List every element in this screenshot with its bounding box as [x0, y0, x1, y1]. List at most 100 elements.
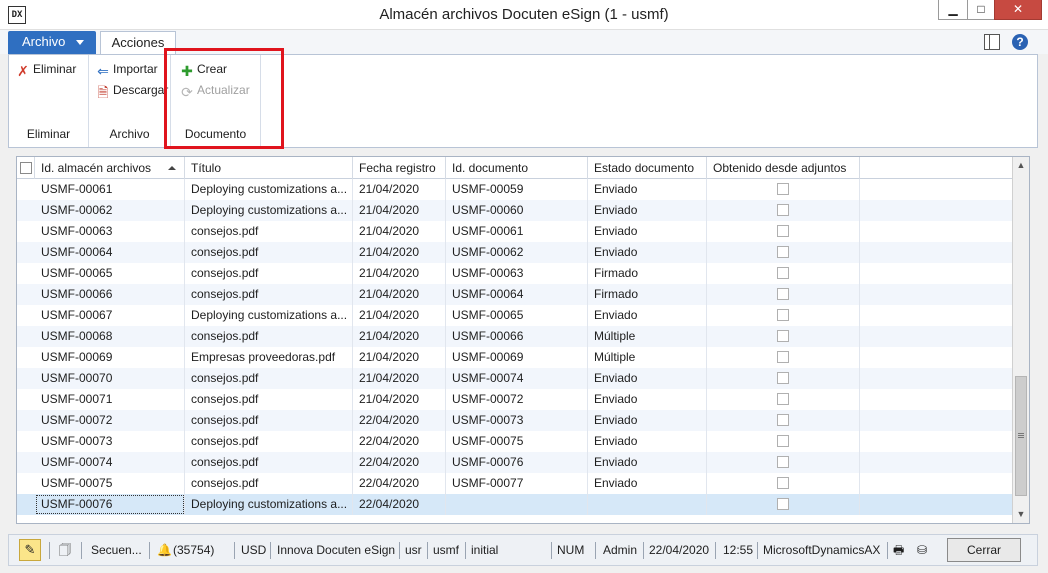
from-attachments-checkbox[interactable] — [777, 267, 789, 279]
table-row[interactable]: USMF-00062 Deploying customizations a... 2… — [17, 200, 1013, 221]
company-status[interactable]: usmf — [433, 535, 459, 565]
tab-file-menu[interactable]: Archivo — [8, 31, 96, 54]
table-row[interactable]: USMF-00061 Deploying customizations a... 2… — [17, 179, 1013, 200]
row-spacer-cell — [860, 284, 1013, 305]
from-attachments-checkbox[interactable] — [777, 456, 789, 468]
scrollbar-thumb[interactable] — [1015, 376, 1027, 496]
bell-icon[interactable]: 🔔 — [157, 535, 172, 565]
table-row[interactable]: USMF-00071 consejos.pdf 21/04/2020 USMF-000… — [17, 389, 1013, 410]
numlock-status: NUM — [557, 543, 585, 557]
pencil-icon: ✎ — [24, 542, 36, 557]
document-handling-icon[interactable]: 🗍 — [59, 535, 71, 565]
cell-title: consejos.pdf — [185, 263, 353, 284]
cell-from-attachments — [707, 326, 860, 347]
cell-title: consejos.pdf — [185, 410, 353, 431]
table-row[interactable]: USMF-00076 Deploying customizations a... 2… — [17, 494, 1013, 515]
from-attachments-checkbox[interactable] — [777, 246, 789, 258]
maximize-button[interactable]: □ — [967, 0, 995, 20]
model-status: Innova Docuten eSign — [277, 543, 396, 557]
column-header-id[interactable]: Id. almacén archivos — [35, 157, 185, 179]
cell-from-attachments — [707, 221, 860, 242]
chevron-down-icon — [76, 40, 84, 45]
from-attachments-checkbox[interactable] — [777, 414, 789, 426]
table-row[interactable]: USMF-00063 consejos.pdf 21/04/2020 USMF-000… — [17, 221, 1013, 242]
table-row[interactable]: USMF-00069 Empresas proveedoras.pdf 21/04/… — [17, 347, 1013, 368]
table-row[interactable]: USMF-00074 consejos.pdf 22/04/2020 USMF-000… — [17, 452, 1013, 473]
row-spacer-cell — [17, 410, 35, 431]
import-arrow-icon: ⇐ — [97, 63, 109, 79]
from-attachments-checkbox[interactable] — [777, 225, 789, 237]
select-all-checkbox[interactable] — [20, 162, 32, 174]
refresh-document-icon: ⟳ — [181, 84, 193, 100]
row-spacer-cell — [860, 221, 1013, 242]
cell-date: 21/04/2020 — [353, 221, 446, 242]
layout-toggle-icon[interactable] — [984, 34, 1000, 50]
ribbon-group-title-file: Archivo — [109, 127, 150, 141]
number-sequence-status[interactable]: Secuen... — [91, 535, 142, 565]
from-attachments-checkbox[interactable] — [777, 351, 789, 363]
table-row[interactable]: USMF-00068 consejos.pdf 21/04/2020 USMF-000… — [17, 326, 1013, 347]
cell-status: Enviado — [588, 410, 707, 431]
printer-icon[interactable]: 🖶 — [893, 535, 904, 565]
close-window-button[interactable]: ✕ — [994, 0, 1042, 20]
from-attachments-checkbox[interactable] — [777, 309, 789, 321]
currency-status[interactable]: USD — [241, 535, 266, 565]
tab-actions[interactable]: Acciones — [100, 31, 176, 55]
help-icon[interactable]: ? — [1012, 34, 1028, 50]
cell-date: 22/04/2020 — [353, 431, 446, 452]
edit-mode-button[interactable]: ✎ — [19, 539, 41, 561]
cell-id: USMF-00076 — [35, 494, 185, 515]
row-spacer-cell — [860, 263, 1013, 284]
from-attachments-checkbox[interactable] — [777, 498, 789, 510]
cell-title: consejos.pdf — [185, 473, 353, 494]
import-button[interactable]: ⇐ Importar — [95, 60, 158, 79]
table-row[interactable]: USMF-00066 consejos.pdf 21/04/2020 USMF-000… — [17, 284, 1013, 305]
column-header-from-attachments[interactable]: Obtenido desde adjuntos — [707, 157, 860, 179]
from-attachments-checkbox[interactable] — [777, 183, 789, 195]
cell-id: USMF-00065 — [35, 263, 185, 284]
database-icon[interactable]: ⛁ — [917, 535, 927, 565]
from-attachments-checkbox[interactable] — [777, 288, 789, 300]
column-header-title[interactable]: Título — [185, 157, 353, 179]
refresh-button[interactable]: ⟳ Actualizar — [179, 81, 250, 100]
row-spacer-cell — [17, 179, 35, 200]
table-row[interactable]: USMF-00065 consejos.pdf 21/04/2020 USMF-000… — [17, 263, 1013, 284]
vertical-scrollbar[interactable]: ▲ ▼ — [1012, 157, 1029, 523]
from-attachments-checkbox[interactable] — [777, 330, 789, 342]
cell-status: Enviado — [588, 452, 707, 473]
cell-date: 21/04/2020 — [353, 347, 446, 368]
row-spacer-cell — [860, 179, 1013, 200]
from-attachments-checkbox[interactable] — [777, 372, 789, 384]
ribbon-group-title-delete: Eliminar — [26, 127, 71, 141]
from-attachments-checkbox[interactable] — [777, 393, 789, 405]
from-attachments-checkbox[interactable] — [777, 435, 789, 447]
delete-button[interactable]: ✗ Eliminar — [15, 60, 76, 79]
select-all-cell — [17, 157, 35, 179]
table-row[interactable]: USMF-00067 Deploying customizations a... 2… — [17, 305, 1013, 326]
from-attachments-checkbox[interactable] — [777, 204, 789, 216]
column-header-status[interactable]: Estado documento — [588, 157, 707, 179]
cell-status: Firmado — [588, 284, 707, 305]
scroll-down-arrow-icon[interactable]: ▼ — [1013, 506, 1029, 523]
cell-date: 21/04/2020 — [353, 284, 446, 305]
from-attachments-checkbox[interactable] — [777, 477, 789, 489]
create-button[interactable]: ✚ Crear — [179, 60, 227, 79]
column-header-date[interactable]: Fecha registro — [353, 157, 446, 179]
close-button[interactable]: Cerrar — [947, 538, 1021, 562]
session-date[interactable]: 22/04/2020 — [649, 535, 709, 565]
download-button[interactable]: 🗎 Descargar — [95, 81, 168, 100]
table-row[interactable]: USMF-00072 consejos.pdf 22/04/2020 USMF-000… — [17, 410, 1013, 431]
table-row[interactable]: USMF-00073 consejos.pdf 22/04/2020 USMF-000… — [17, 431, 1013, 452]
cell-status: Enviado — [588, 305, 707, 326]
cell-title: consejos.pdf — [185, 431, 353, 452]
minimize-button[interactable]: ▁ — [938, 0, 968, 20]
alerts-count[interactable]: (35754) — [173, 535, 214, 565]
table-row[interactable]: USMF-00064 consejos.pdf 21/04/2020 USMF-000… — [17, 242, 1013, 263]
table-row[interactable]: USMF-00070 consejos.pdf 21/04/2020 USMF-000… — [17, 368, 1013, 389]
column-header-document-id[interactable]: Id. documento — [446, 157, 588, 179]
state-status: initial — [471, 543, 499, 557]
ribbon-tab-strip: Archivo Acciones ? — [0, 30, 1048, 55]
status-separator — [465, 542, 466, 559]
table-row[interactable]: USMF-00075 consejos.pdf 22/04/2020 USMF-000… — [17, 473, 1013, 494]
scroll-up-arrow-icon[interactable]: ▲ — [1013, 157, 1029, 174]
